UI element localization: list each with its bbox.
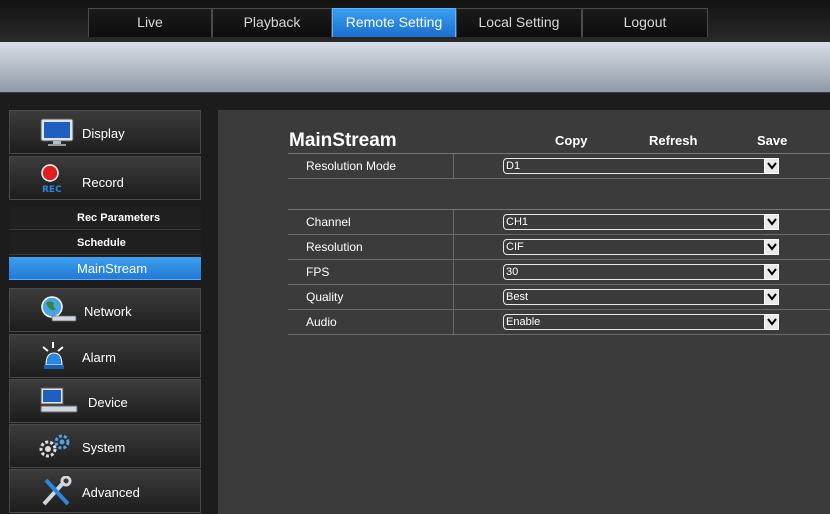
advanced-tools-icon (40, 475, 74, 506)
record-icon: REC (40, 163, 74, 195)
chevron-down-icon[interactable] (764, 264, 779, 280)
svg-text:REC: REC (42, 185, 62, 195)
sidebar-item-advanced[interactable]: Advanced (9, 469, 201, 513)
nav-tabs: Live Playback Remote Setting Local Setti… (88, 8, 708, 37)
tab-local-setting[interactable]: Local Setting (456, 8, 582, 37)
resolution-select[interactable]: CIF (503, 239, 779, 255)
sidebar-item-device[interactable]: Device (9, 379, 201, 423)
setting-label: Audio (288, 310, 454, 334)
select-value: D1 (506, 160, 521, 172)
chevron-down-icon[interactable] (764, 158, 779, 174)
tab-live[interactable]: Live (88, 8, 212, 37)
sidebar-subitem-schedule[interactable]: Schedule (9, 232, 201, 255)
sidebar-subitem-rec-parameters[interactable]: Rec Parameters (9, 207, 201, 230)
chevron-down-icon[interactable] (764, 289, 779, 305)
copy-button[interactable]: Copy (555, 133, 588, 148)
header-band (0, 42, 830, 93)
select-value: Best (506, 291, 529, 303)
channel-select[interactable]: CH1 (503, 214, 779, 230)
audio-select[interactable]: Enable (503, 314, 779, 330)
chevron-down-icon[interactable] (764, 314, 779, 330)
sidebar: Display REC Record Rec Parameters Schedu… (9, 110, 201, 514)
sidebar-item-label: Display (82, 126, 125, 141)
setting-row-audio: Audio Enable (288, 310, 830, 335)
sidebar-item-network[interactable]: Network (9, 288, 201, 332)
sidebar-item-label: Network (84, 304, 132, 319)
refresh-button[interactable]: Refresh (649, 133, 697, 148)
top-nav-bar: Live Playback Remote Setting Local Setti… (0, 0, 830, 42)
stream-settings-table: Channel CH1 Resolution CIF FPS 30 Qualit… (288, 209, 830, 335)
setting-row-fps: FPS 30 (288, 260, 830, 285)
sidebar-item-label: System (82, 440, 126, 455)
setting-label: Channel (288, 210, 454, 234)
sidebar-item-label: Advanced (82, 485, 140, 500)
sidebar-item-label: Device (88, 395, 128, 410)
resolution-mode-table: Resolution Mode D1 (288, 153, 830, 179)
setting-row-resolution-mode: Resolution Mode D1 (288, 154, 830, 179)
sidebar-item-label: Alarm (82, 350, 116, 365)
select-value: Enable (506, 316, 541, 328)
select-value: CIF (506, 241, 524, 253)
select-value: CH1 (506, 216, 529, 228)
setting-row-quality: Quality Best (288, 285, 830, 310)
sidebar-subitem-label: MainStream (77, 261, 148, 276)
resolution-mode-select[interactable]: D1 (503, 158, 779, 174)
sidebar-subitem-label: Rec Parameters (77, 212, 161, 224)
save-button[interactable]: Save (757, 133, 787, 148)
sidebar-subitem-label: Schedule (77, 237, 126, 249)
chevron-down-icon[interactable] (764, 239, 779, 255)
tab-playback[interactable]: Playback (212, 8, 332, 37)
system-gears-icon (38, 431, 72, 461)
sidebar-item-alarm[interactable]: Alarm (9, 334, 201, 378)
sidebar-subitem-mainstream[interactable]: MainStream (9, 257, 201, 280)
monitor-icon (40, 117, 74, 147)
setting-label: Quality (288, 285, 454, 309)
main-panel: MainStream Copy Refresh Save Resolution … (218, 110, 830, 514)
sidebar-item-record[interactable]: REC Record (9, 156, 201, 200)
setting-row-resolution: Resolution CIF (288, 235, 830, 260)
alarm-siren-icon (40, 341, 74, 371)
setting-label: Resolution Mode (288, 154, 454, 178)
device-hdd-icon (40, 386, 78, 416)
sidebar-item-display[interactable]: Display (9, 110, 201, 154)
quality-select[interactable]: Best (503, 289, 779, 305)
fps-select[interactable]: 30 (503, 264, 779, 280)
chevron-down-icon[interactable] (764, 214, 779, 230)
tab-remote-setting[interactable]: Remote Setting (332, 8, 456, 37)
setting-row-channel: Channel CH1 (288, 210, 830, 235)
sidebar-item-system[interactable]: System (9, 424, 201, 468)
sidebar-item-label: Record (82, 175, 124, 190)
setting-label: Resolution (288, 235, 454, 259)
select-value: 30 (506, 266, 519, 278)
network-globe-icon (38, 295, 77, 325)
tab-logout[interactable]: Logout (582, 8, 708, 37)
setting-label: FPS (288, 260, 454, 284)
page-title: MainStream (289, 130, 397, 151)
